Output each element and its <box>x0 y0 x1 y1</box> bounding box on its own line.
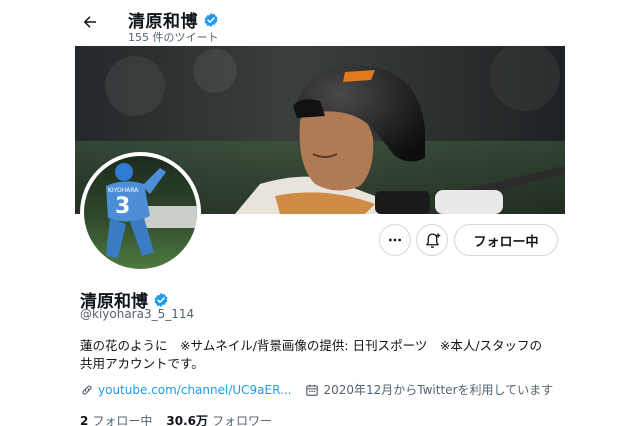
join-date: 2020年12月からTwitterを利用しています <box>305 381 553 398</box>
followers-count: 30.6万 <box>166 414 208 426</box>
back-button[interactable] <box>78 10 102 34</box>
notification-button[interactable] <box>416 224 448 256</box>
following-count: 2 <box>80 413 89 426</box>
more-dots-icon <box>389 238 401 242</box>
profile-avatar[interactable]: 3 KIYOHARA <box>80 152 201 273</box>
avatar-jersey-number: 3 <box>115 194 130 219</box>
profile-header: 清原和博 155 件のツイート <box>0 0 640 46</box>
follow-stats: 2 フォロー中 30.6万 フォロワー <box>80 412 286 426</box>
following-label: フォロー中 <box>92 414 153 426</box>
followers-count-link[interactable]: 30.6万 フォロワー <box>166 412 272 426</box>
arrow-left-icon <box>83 16 96 28</box>
calendar-icon <box>306 384 319 396</box>
tweet-count: 155 件のツイート <box>128 31 219 44</box>
profile-bio: 蓮の花のように ※サムネイル/背景画像の提供: 日刊スポーツ ※本人/スタッフの… <box>80 338 543 371</box>
avatar-jersey-name: KIYOHARA <box>108 187 139 194</box>
profile-link-text[interactable]: youtube.com/channel/UC9aER... <box>98 383 291 397</box>
bell-plus-icon <box>425 232 440 248</box>
join-date-text: 2020年12月からTwitterを利用しています <box>323 383 554 397</box>
profile-meta: youtube.com/channel/UC9aER... 2020年12月から… <box>80 381 567 398</box>
link-icon <box>82 384 92 395</box>
avatar-image: 3 KIYOHARA <box>84 156 197 269</box>
following-count-link[interactable]: 2 フォロー中 <box>80 412 152 426</box>
verified-badge-icon <box>154 292 168 307</box>
followers-label: フォロワー <box>211 414 272 426</box>
verified-badge-icon <box>204 12 218 27</box>
more-options-button[interactable] <box>379 224 411 256</box>
following-button[interactable]: フォロー中 <box>454 224 558 256</box>
user-handle: @kiyohara3_5_114 <box>80 307 195 321</box>
profile-link[interactable]: youtube.com/channel/UC9aER... <box>80 383 291 397</box>
